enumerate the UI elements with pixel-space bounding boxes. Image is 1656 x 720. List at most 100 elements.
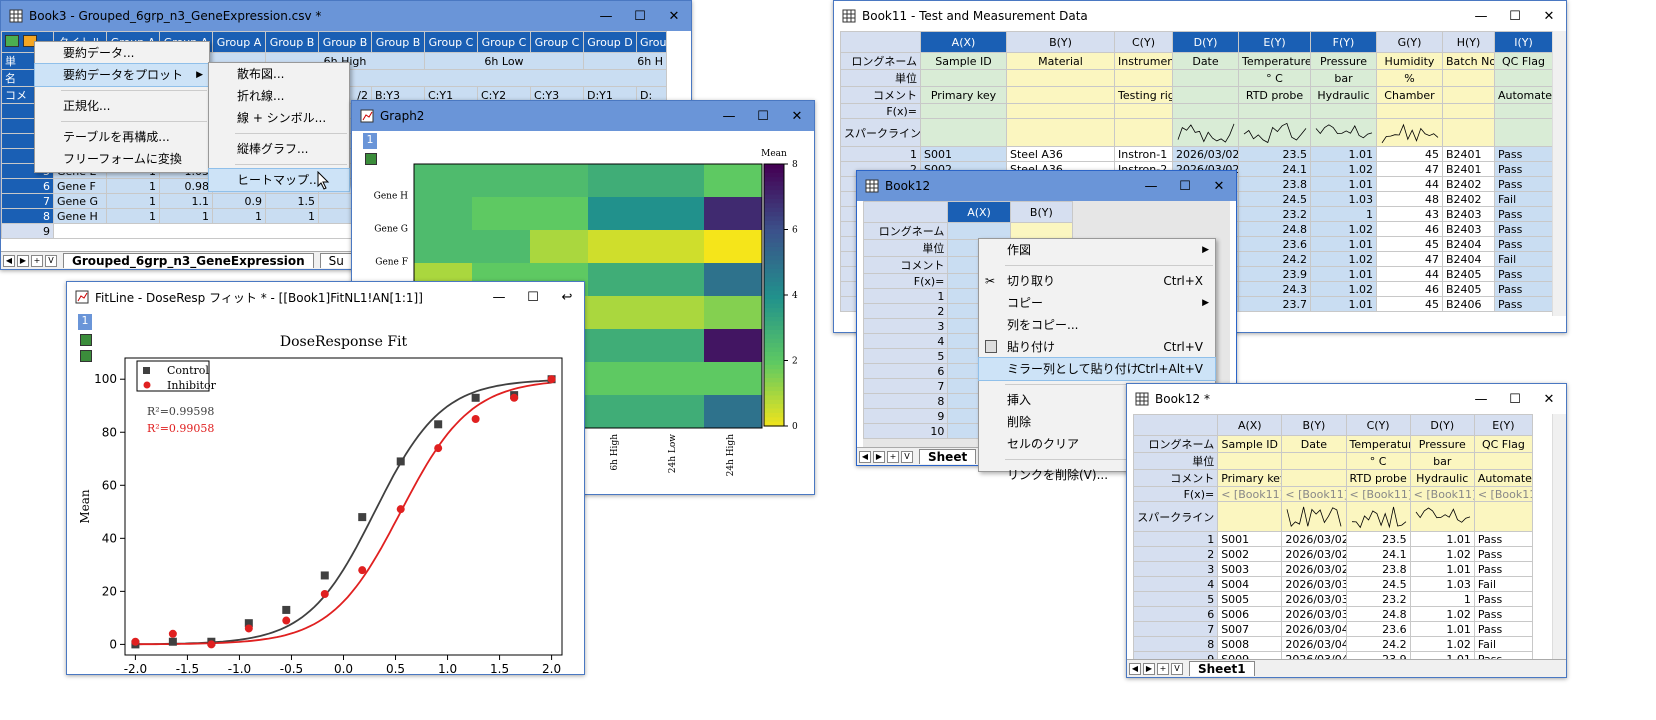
menu-item-plot[interactable]: 作図 ▶	[979, 239, 1215, 261]
data-cell[interactable]: 1.02	[1409, 606, 1475, 622]
meta-cell[interactable]	[1473, 501, 1534, 532]
meta-cell[interactable]	[1281, 452, 1347, 470]
data-cell[interactable]: Pass	[1494, 296, 1553, 312]
column-header-ax[interactable]: A(X)	[947, 201, 1011, 223]
row-number[interactable]: 5	[1132, 591, 1219, 607]
meta-cell[interactable]	[1494, 103, 1553, 119]
meta-cell[interactable]: Temperatur	[1345, 435, 1411, 453]
meta-cell[interactable]: Pressure	[1310, 52, 1377, 70]
meta-cell[interactable]	[947, 222, 1011, 240]
meta-cell[interactable]: Humidity	[1376, 52, 1443, 70]
row-number[interactable]: 2	[862, 303, 949, 319]
data-cell[interactable]: Instron-1	[1114, 146, 1173, 162]
data-cell[interactable]: B2406	[1442, 296, 1495, 312]
meta-cell[interactable]	[1494, 118, 1553, 147]
data-cell[interactable]: S007	[1217, 621, 1283, 637]
column-header-fy[interactable]: F(Y)	[1310, 31, 1377, 53]
col-header[interactable]: Group B	[371, 31, 425, 53]
meta-cell[interactable]: RTD probe	[1238, 86, 1311, 104]
col-header[interactable]: Group C	[477, 31, 531, 53]
data-cell[interactable]: 1.03	[1310, 191, 1377, 207]
meta-cell[interactable]	[1310, 103, 1377, 119]
row-label[interactable]: コメント	[862, 256, 949, 274]
meta-cell[interactable]	[1238, 103, 1311, 119]
tab-nav-first[interactable]: ◀	[3, 254, 15, 267]
meta-cell[interactable]	[1006, 103, 1115, 119]
meta-cell[interactable]: < [Book11]"	[1217, 486, 1283, 502]
menu-item-plot-summary[interactable]: 要約データをプロット ▶	[34, 63, 210, 87]
data-cell[interactable]: 23.8	[1238, 176, 1311, 192]
table-row[interactable]: 3 S003 2026/03/02 23.8 1.01 Pass	[1132, 561, 1534, 577]
data-cell[interactable]: 24.2	[1238, 251, 1311, 267]
meta-cell[interactable]	[1442, 118, 1495, 147]
meta-cell[interactable]: Primary key	[1217, 469, 1283, 487]
tab-nav-next[interactable]: ▶	[1143, 662, 1155, 675]
data-cell[interactable]: S001	[1217, 531, 1283, 547]
meta-cell[interactable]: Date	[1172, 52, 1239, 70]
row-label[interactable]: F(x)=	[1132, 486, 1219, 502]
menu-item-paste[interactable]: 貼り付け Ctrl+V	[979, 336, 1215, 358]
meta-cell[interactable]	[1442, 86, 1495, 104]
data-cell[interactable]: 1.02	[1310, 281, 1377, 297]
data-cell[interactable]: 1.01	[1310, 146, 1377, 162]
meta-cell[interactable]	[1172, 118, 1239, 147]
data-cell[interactable]: Pass	[1494, 221, 1553, 237]
data-cell[interactable]: 45	[1376, 146, 1443, 162]
book3-titlebar[interactable]: Book3 - Grouped_6grp_n3_GeneExpression.c…	[1, 1, 691, 31]
row-number[interactable]: 10	[862, 423, 949, 439]
row-label[interactable]: F(x)=	[862, 273, 949, 289]
data-cell[interactable]: 2026/03/02	[1281, 561, 1347, 577]
data-cell[interactable]: 2026/03/03	[1281, 591, 1347, 607]
column-header-by[interactable]: B(Y)	[1009, 201, 1074, 223]
data-cell[interactable]: 1.01	[1409, 531, 1475, 547]
data-cell[interactable]: 1.02	[1310, 221, 1377, 237]
meta-cell[interactable]	[1006, 86, 1115, 104]
meta-cell[interactable]	[1238, 118, 1311, 147]
column-header-gy[interactable]: G(Y)	[1376, 31, 1443, 53]
meta-cell[interactable]	[920, 103, 1007, 119]
menu-item-column[interactable]: 縦棒グラフ...	[209, 138, 349, 160]
row-label[interactable]: 単位	[862, 239, 949, 257]
meta-cell[interactable]: ° C	[1345, 452, 1411, 470]
data-cell[interactable]: Pass	[1473, 591, 1534, 607]
graph2-titlebar[interactable]: Graph2 — ☐ ✕	[352, 101, 814, 131]
table-row[interactable]: 5 S005 2026/03/03 23.2 1 Pass	[1132, 591, 1534, 607]
row-label[interactable]: スパークライン	[840, 118, 921, 147]
data-cell[interactable]: 2026/03/03	[1281, 606, 1347, 622]
menu-item-line-symbol[interactable]: 線 + シンボル...	[209, 107, 349, 129]
row-label[interactable]: 単位	[1132, 452, 1219, 470]
row-number[interactable]: 8	[1132, 636, 1219, 652]
row-number[interactable]: 7	[1132, 621, 1219, 637]
data-cell[interactable]: Fail	[1494, 191, 1553, 207]
data-cell[interactable]: 1.01	[1310, 236, 1377, 252]
meta-cell[interactable]	[920, 69, 1007, 87]
meta-cell[interactable]: Hydraulic	[1409, 469, 1475, 487]
data-cell[interactable]: 1.01	[1310, 266, 1377, 282]
row-number[interactable]: 6	[862, 363, 949, 379]
data-cell[interactable]: Fail	[1473, 636, 1534, 652]
column-header-by[interactable]: B(Y)	[1281, 414, 1347, 436]
data-cell[interactable]: S004	[1217, 576, 1283, 592]
meta-cell[interactable]: Material	[1006, 52, 1115, 70]
data-cell[interactable]: 23.5	[1238, 146, 1311, 162]
row-label[interactable]: スパークライン	[1132, 501, 1219, 532]
meta-cell[interactable]	[1473, 452, 1534, 470]
sheet-tab[interactable]: Sheet1	[1189, 661, 1255, 676]
sheet-tab[interactable]: Sheet	[919, 449, 977, 464]
col-header[interactable]: Group C	[424, 31, 478, 53]
meta-cell[interactable]	[920, 118, 1007, 147]
sheet-list-button[interactable]: V	[45, 254, 57, 267]
data-cell[interactable]: B2405	[1442, 281, 1495, 297]
data-cell[interactable]: Pass	[1473, 546, 1534, 562]
row-label[interactable]: F(x)=	[840, 103, 921, 119]
data-cell[interactable]: B2401	[1442, 161, 1495, 177]
minimize-button[interactable]: —	[1464, 392, 1498, 407]
table-row[interactable]: 6 S006 2026/03/03 24.8 1.02 Pass	[1132, 606, 1534, 622]
tab-nav-next[interactable]: ▶	[17, 254, 29, 267]
data-cell[interactable]: B2403	[1442, 221, 1495, 237]
data-cell[interactable]: 44	[1376, 176, 1443, 192]
meta-cell[interactable]: Batch No	[1442, 52, 1495, 70]
row-number[interactable]: 6	[1132, 606, 1219, 622]
column-header-ey[interactable]: E(Y)	[1238, 31, 1311, 53]
meta-cell[interactable]: Testing rig	[1114, 86, 1173, 104]
